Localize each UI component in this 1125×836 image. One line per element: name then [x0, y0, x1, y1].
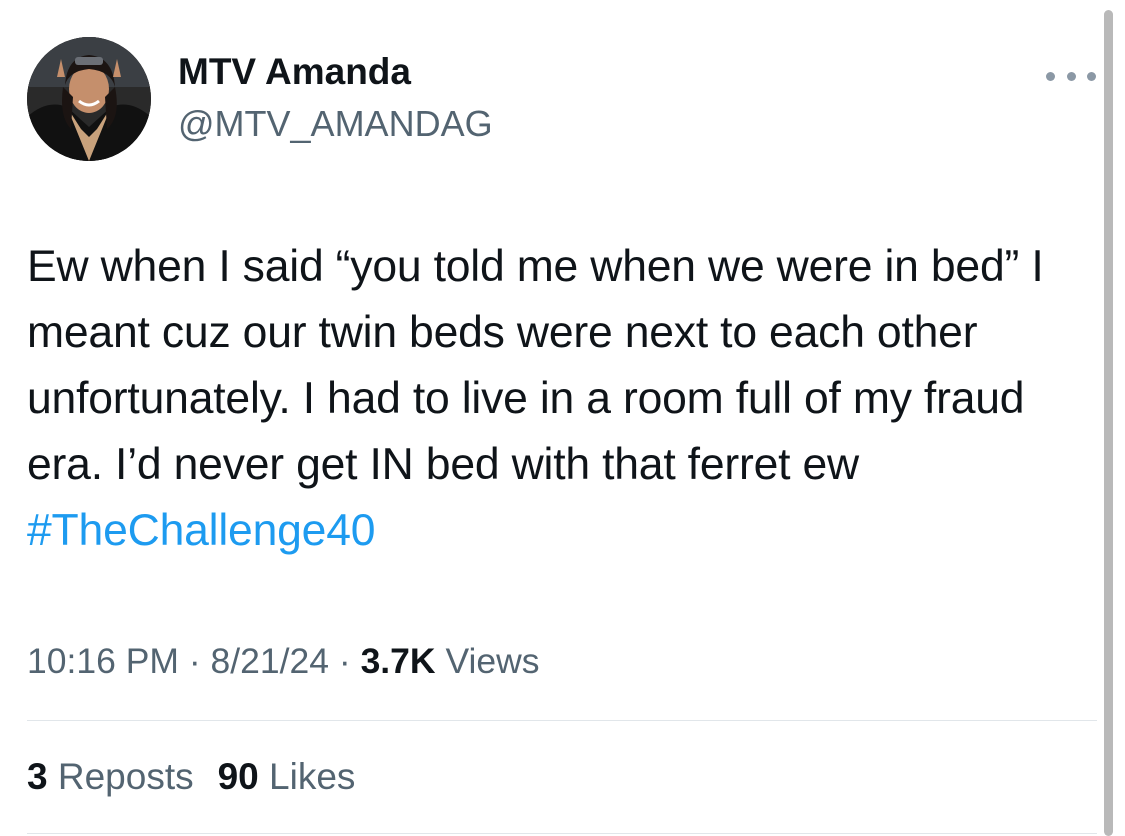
tweet-body: Ew when I said “you told me when we were…: [27, 242, 1044, 489]
likes-label: Likes: [269, 756, 356, 797]
tweet-card: MTV Amanda @MTV_AMANDAG Ew when I said “…: [0, 0, 1125, 836]
engagement-stats: 3 Reposts 90 Likes: [27, 754, 355, 800]
dot: [1087, 71, 1096, 81]
reposts-count: 3: [27, 756, 48, 797]
views-count: 3.7K: [360, 641, 436, 681]
tweet-meta: 10:16 PM · 8/21/24 · 3.7K Views: [27, 638, 540, 684]
divider: [27, 720, 1097, 721]
avatar[interactable]: [27, 37, 151, 161]
meta-separator: ·: [338, 641, 351, 681]
reposts-label: Reposts: [57, 756, 194, 797]
tweet-date[interactable]: 8/21/24: [211, 641, 329, 681]
reposts-stat[interactable]: 3 Reposts: [27, 756, 194, 797]
divider: [27, 833, 1097, 834]
likes-count: 90: [217, 756, 259, 797]
tweet-time[interactable]: 10:16 PM: [27, 641, 179, 681]
user-handle[interactable]: @MTV_AMANDAG: [178, 102, 493, 146]
scrollbar[interactable]: [1104, 10, 1113, 836]
dot: [1066, 71, 1076, 81]
likes-stat[interactable]: 90 Likes: [218, 756, 356, 797]
display-name[interactable]: MTV Amanda: [178, 50, 411, 94]
views-label: Views: [445, 641, 540, 681]
ellipsis-icon[interactable]: [1046, 64, 1096, 88]
dot: [1046, 71, 1055, 81]
tweet-text: Ew when I said “you told me when we were…: [27, 234, 1097, 564]
profile-photo-icon: [27, 37, 151, 161]
hashtag-link[interactable]: #TheChallenge40: [27, 506, 376, 555]
meta-separator: ·: [188, 641, 201, 681]
